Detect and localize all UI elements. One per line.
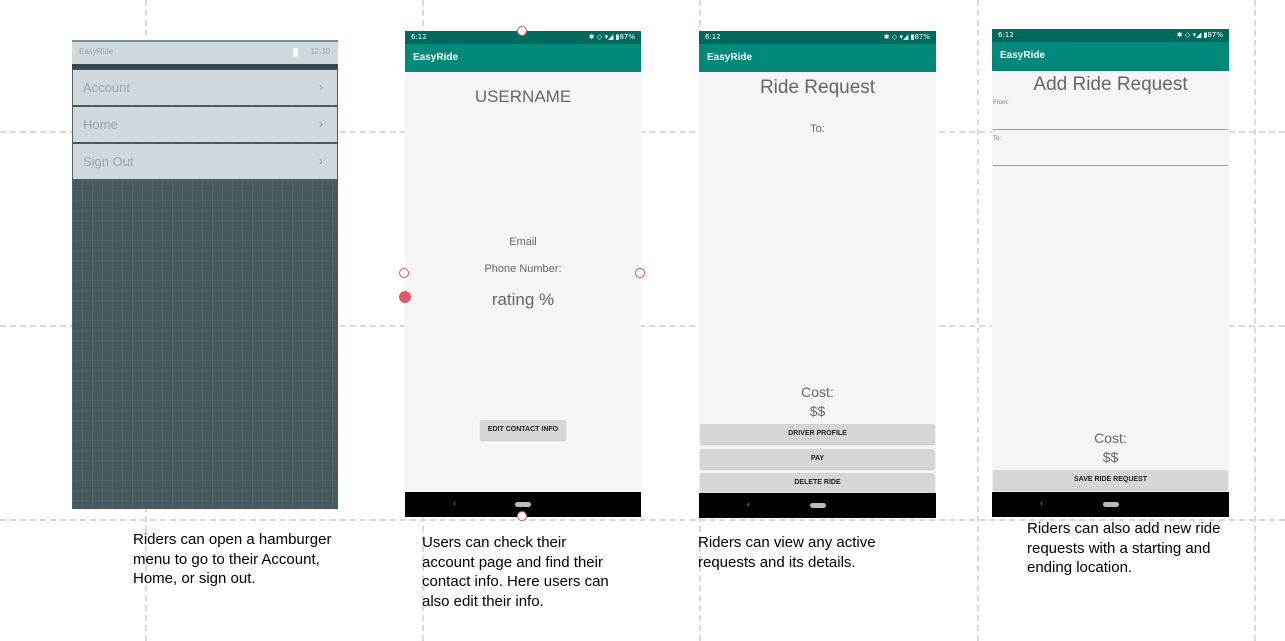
pay-button[interactable]: PAY bbox=[700, 449, 935, 469]
save-ride-request-button[interactable]: SAVE RIDE REQUEST bbox=[993, 470, 1228, 490]
chevron-right-icon: › bbox=[319, 154, 323, 168]
to-label: To: bbox=[810, 123, 825, 135]
account-screen: 6:12 ✱ ◇ ▾◢ ▮87% EasyRide USERNAME Email… bbox=[405, 31, 641, 517]
to-label: To: bbox=[993, 136, 1002, 142]
selection-handle[interactable] bbox=[635, 268, 645, 278]
menu-caption: Riders can open a hamburger menu to go t… bbox=[133, 531, 332, 587]
guide-line bbox=[1254, 0, 1256, 641]
app-bar-title: EasyRide bbox=[699, 44, 936, 72]
cost-value: $$ bbox=[1102, 449, 1119, 465]
menu-item-label: Account bbox=[83, 80, 130, 95]
home-pill-icon[interactable] bbox=[515, 502, 531, 507]
menu-item-account[interactable]: Account › bbox=[73, 70, 337, 105]
rating-label: rating % bbox=[491, 290, 555, 309]
ride-request-caption: Riders can view any active requests and … bbox=[698, 534, 876, 571]
to-input[interactable] bbox=[993, 165, 1228, 166]
selection-handle[interactable] bbox=[517, 511, 527, 521]
menu-item-sign-out[interactable]: Sign Out › bbox=[73, 144, 337, 179]
home-pill-icon[interactable] bbox=[1102, 502, 1119, 507]
menu-item-label: Sign Out bbox=[83, 154, 134, 169]
selection-handle[interactable] bbox=[399, 268, 409, 278]
add-ride-caption: Riders can also add new ride requests wi… bbox=[1027, 520, 1221, 576]
app-bar-title: EasyRide bbox=[992, 42, 1229, 71]
nav-bar: ‹ bbox=[992, 492, 1229, 517]
cost-value: $$ bbox=[809, 403, 826, 419]
app-name: EasyRide bbox=[79, 47, 114, 56]
cost-label: Cost: bbox=[1094, 430, 1127, 446]
phone-label: Phone Number: bbox=[484, 263, 562, 275]
back-icon[interactable]: ‹ bbox=[747, 499, 750, 509]
status-bar: EasyRide 12:30 bbox=[72, 40, 338, 64]
selection-handle[interactable] bbox=[517, 26, 527, 36]
email-label: Email bbox=[509, 236, 537, 248]
selection-handle-active[interactable] bbox=[399, 291, 411, 303]
status-icons: ✱ ◇ ▾◢ ▮87% bbox=[588, 33, 635, 41]
add-ride-title: Add Ride Request bbox=[1033, 74, 1188, 95]
status-icons: ✱ ◇ ▾◢ ▮87% bbox=[883, 33, 930, 41]
chevron-right-icon: › bbox=[319, 117, 323, 131]
home-pill-icon[interactable] bbox=[809, 503, 826, 508]
edit-contact-info-button[interactable]: EDIT CONTACT INFO bbox=[480, 420, 566, 440]
menu-item-label: Home bbox=[83, 117, 118, 132]
delete-ride-button[interactable]: DELETE RIDE bbox=[700, 473, 935, 493]
nav-bar: ‹ bbox=[699, 493, 936, 518]
ride-request-title: Ride Request bbox=[759, 77, 876, 98]
battery-icon bbox=[293, 48, 298, 57]
add-ride-screen: 6:12 ✱ ◇ ▾◢ ▮87% EasyRide Add Ride Reque… bbox=[992, 29, 1229, 517]
back-icon[interactable]: ‹ bbox=[453, 498, 456, 508]
account-caption: Users can check their account page and f… bbox=[422, 534, 609, 610]
chevron-right-icon: › bbox=[319, 80, 323, 94]
username: USERNAME bbox=[474, 87, 572, 106]
back-icon[interactable]: ‹ bbox=[1040, 498, 1043, 508]
status-time: 6:12 bbox=[705, 33, 721, 41]
divider bbox=[72, 64, 338, 69]
app-bar-title: EasyRide bbox=[405, 44, 641, 72]
cost-label: Cost: bbox=[801, 384, 834, 400]
guide-line bbox=[977, 0, 979, 641]
status-time: 6:12 bbox=[998, 31, 1014, 39]
clock: 12:30 bbox=[309, 47, 330, 56]
ride-request-screen: 6:12 ✱ ◇ ▾◢ ▮87% EasyRide Ride Request T… bbox=[699, 31, 936, 518]
from-input[interactable] bbox=[993, 129, 1228, 130]
from-label: From: bbox=[993, 100, 1009, 106]
menu-screen: EasyRide 12:30 Account › Home › Sign Out… bbox=[72, 40, 338, 509]
status-bar: 6:12 ✱ ◇ ▾◢ ▮87% bbox=[699, 31, 936, 44]
status-icons: ✱ ◇ ▾◢ ▮87% bbox=[1176, 31, 1223, 39]
driver-profile-button[interactable]: DRIVER PROFILE bbox=[700, 424, 935, 444]
status-time: 6:12 bbox=[411, 33, 427, 41]
status-bar: 6:12 ✱ ◇ ▾◢ ▮87% bbox=[992, 29, 1229, 42]
menu-item-home[interactable]: Home › bbox=[73, 107, 337, 142]
